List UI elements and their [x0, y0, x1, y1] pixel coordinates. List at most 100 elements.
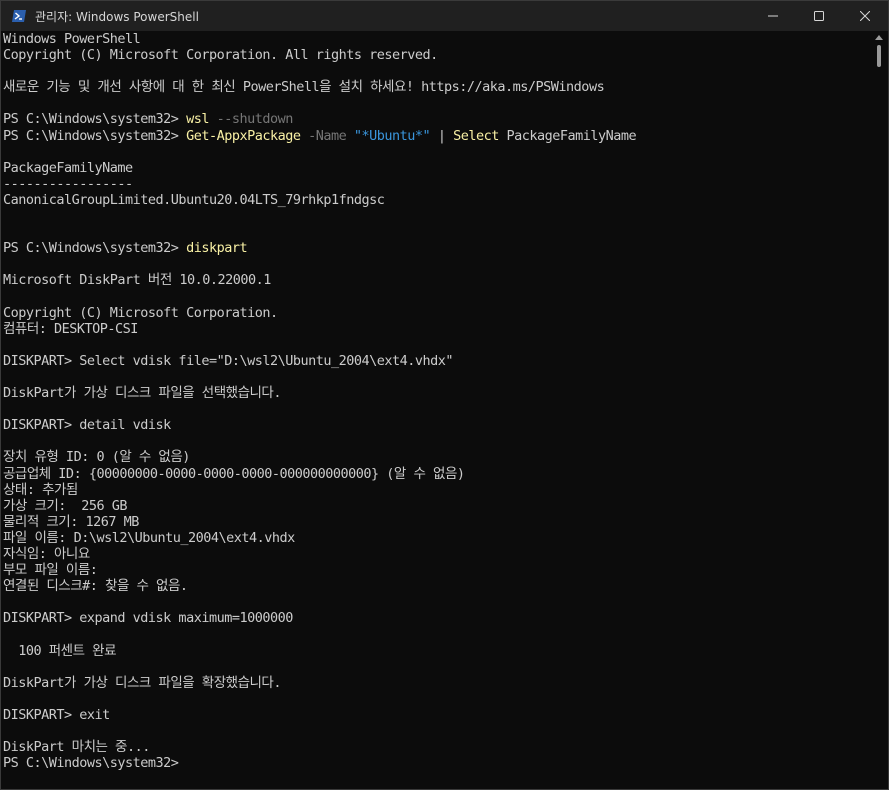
scroll-up-icon[interactable] [875, 35, 883, 40]
console-text-segment: 자식임: 아니요 [3, 546, 90, 562]
window-controls [750, 1, 888, 31]
console-line: 공급업체 ID: {00000000-0000-0000-0000-000000… [3, 466, 871, 482]
console-text-segment: Windows PowerShell [3, 31, 141, 47]
console-text-segment: 물리적 크기: 1267 MB [3, 513, 139, 530]
console-line: 부모 파일 이름: [3, 562, 871, 578]
console-line: DiskPart가 가상 디스크 파일을 선택했습니다. [3, 385, 871, 401]
console-line: PS C:\Windows\system32> diskpart [3, 240, 871, 256]
console-text-segment: PS C:\Windows\system32> [3, 240, 187, 257]
powershell-icon [11, 8, 27, 24]
console-text-segment: 가상 크기: 256 GB [3, 497, 127, 514]
console-line: 자식임: 아니요 [3, 546, 871, 562]
powershell-window: 관리자: Windows PowerShell Windows PowerShe… [0, 0, 889, 790]
console-text-segment: DISKPART> detail vdisk [3, 417, 171, 434]
console-text-segment: DiskPart가 가상 디스크 파일을 확장했습니다. [3, 674, 281, 691]
console-text-segment: PackageFamilyName [3, 159, 133, 176]
console-text-segment: -Name [300, 127, 347, 144]
console-text-segment: Copyright (C) Microsoft Corporation. [3, 304, 278, 321]
console-line: DiskPart가 가상 디스크 파일을 확장했습니다. [3, 675, 871, 691]
console-line: 파일 이름: D:\wsl2\Ubuntu_2004\ext4.vhdx [3, 530, 871, 546]
console-text-segment: Copyright (C) Microsoft Corporation. All… [3, 47, 438, 64]
console-text-segment: DISKPART> exit [3, 706, 110, 723]
console-line: 새로운 기능 및 개선 사항에 대 한 최신 PowerShell을 설치 하세… [3, 79, 871, 95]
console-line: 장치 유형 ID: 0 (알 수 없음) [3, 449, 871, 465]
console-text-segment: PS C:\Windows\system32> [3, 755, 179, 772]
console-text-segment: "*Ubuntu*" [346, 127, 431, 144]
console-text-segment: DiskPart 마치는 중... [3, 739, 150, 756]
console-line: DISKPART> Select vdisk file="D:\wsl2\Ubu… [3, 353, 871, 369]
console-text-segment: diskpart [186, 240, 248, 257]
maximize-icon [814, 11, 824, 21]
console-text-segment: 파일 이름: D:\wsl2\Ubuntu_2004\ext4.vhdx [3, 529, 295, 546]
console-text-segment: Microsoft DiskPart 버전 10.0.22000.1 [3, 272, 271, 289]
console-text-segment: Select [453, 127, 499, 144]
console-text-segment: ----------------- [3, 175, 133, 192]
console-text-segment: | [430, 127, 454, 144]
console-line: DISKPART> expand vdisk maximum=1000000 [3, 610, 871, 626]
console-text-segment: DISKPART> Select vdisk file="D:\wsl2\Ubu… [3, 352, 454, 369]
scrollbar-thumb[interactable] [877, 45, 881, 67]
console-line: 100 퍼센트 완료 [3, 643, 871, 659]
console-text-segment: 공급업체 ID: {00000000-0000-0000-0000-000000… [3, 465, 465, 482]
console-text-segment: wsl [186, 111, 209, 128]
close-button[interactable] [842, 1, 888, 31]
console-text-segment: 부모 파일 이름: [3, 562, 98, 579]
console-text-segment: PS C:\Windows\system32> [3, 127, 187, 144]
console-line: Microsoft DiskPart 버전 10.0.22000.1 [3, 272, 871, 288]
console-line: PS C:\Windows\system32> wsl --shutdown [3, 111, 871, 127]
console-text-segment: Get-AppxPackage [186, 127, 301, 144]
console-text-segment: --shutdown [208, 111, 294, 128]
console-text-segment: CanonicalGroupLimited.Ubuntu20.04LTS_79r… [3, 191, 385, 208]
console-line: ----------------- [3, 176, 871, 192]
console-line: PackageFamilyName [3, 160, 871, 176]
window-title: 관리자: Windows PowerShell [35, 9, 199, 24]
vertical-scrollbar[interactable] [873, 31, 885, 789]
console-text-segment: DISKPART> expand vdisk maximum=1000000 [3, 610, 293, 627]
console-line: 상태: 추가됨 [3, 482, 871, 498]
title-bar[interactable]: 관리자: Windows PowerShell [1, 1, 888, 31]
console-line: Copyright (C) Microsoft Corporation. [3, 305, 871, 321]
console-line: DiskPart 마치는 중... [3, 739, 871, 755]
console-output[interactable]: Windows PowerShell Copyright (C) Microsof… [1, 31, 871, 789]
maximize-button[interactable] [796, 1, 842, 31]
console-text-segment: PackageFamilyName [498, 127, 637, 144]
minimize-icon [768, 15, 778, 17]
console-line: PS C:\Windows\system32> Get-AppxPackage … [3, 128, 871, 144]
console-line: Windows PowerShell [3, 31, 871, 47]
console-text-segment: PS C:\Windows\system32> [3, 111, 187, 128]
console-text-segment: 장치 유형 ID: 0 (알 수 없음) [3, 449, 190, 466]
console-line: CanonicalGroupLimited.Ubuntu20.04LTS_79r… [3, 192, 871, 208]
console-text-segment: 상태: 추가됨 [3, 481, 78, 498]
console-text-segment: 연결된 디스크#: 찾을 수 없음. [3, 578, 188, 595]
console-line: DISKPART> exit [3, 707, 871, 723]
console-text-segment: 100 퍼센트 완료 [3, 642, 116, 659]
console-line: 가상 크기: 256 GB [3, 498, 871, 514]
console-line: 물리적 크기: 1267 MB [3, 514, 871, 530]
console-text-segment: 컴퓨터: DESKTOP-CSI [3, 320, 138, 337]
console-line: PS C:\Windows\system32> [3, 755, 871, 771]
console-line: 컴퓨터: DESKTOP-CSI [3, 321, 871, 337]
console-line: 연결된 디스크#: 찾을 수 없음. [3, 578, 871, 594]
minimize-button[interactable] [750, 1, 796, 31]
close-icon [860, 11, 870, 21]
console-text-segment: DiskPart가 가상 디스크 파일을 선택했습니다. [3, 385, 281, 402]
console-line: DISKPART> detail vdisk [3, 417, 871, 433]
console-text-segment: 새로운 기능 및 개선 사항에 대 한 최신 PowerShell을 설치 하세… [3, 79, 605, 96]
console-line: Copyright (C) Microsoft Corporation. All… [3, 47, 871, 63]
